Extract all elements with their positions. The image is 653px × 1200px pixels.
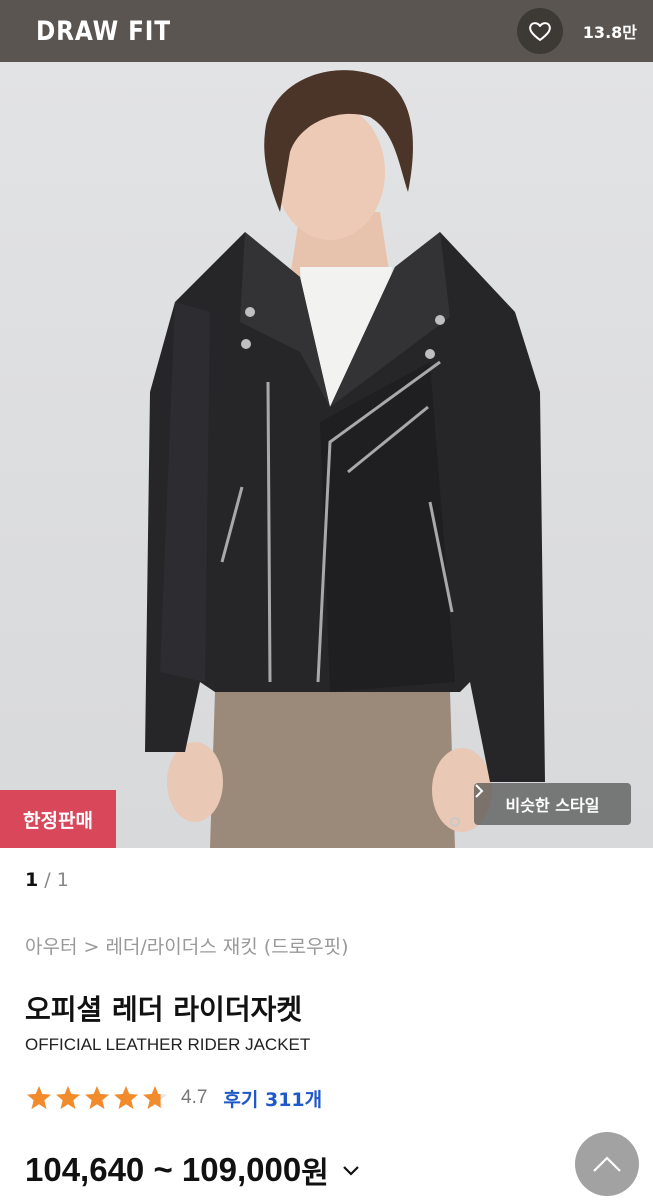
like-button[interactable] [516,8,563,54]
price-unit: 원 [301,1156,329,1191]
chevron-up-icon [593,1156,621,1172]
image-pager: 1 / 1 [25,869,69,891]
brand-logo[interactable]: DRAW FIT [36,16,171,47]
chevron-down-icon[interactable] [339,1158,363,1182]
pager-total: 1 [56,869,69,891]
star-icon [27,1086,51,1109]
rating-value: 4.7 [181,1087,208,1108]
star-icon [85,1086,109,1109]
review-link[interactable]: 후기 311개 [223,1085,322,1112]
pager-current: 1 [25,869,39,891]
header-actions: 13.8만 [516,8,637,54]
price-range: 104,640 ~ 109,000 [25,1151,302,1188]
chevron-right-icon [475,784,484,798]
product-subtitle: OFFICIAL LEATHER RIDER JACKET [25,1035,311,1054]
star-icon [143,1086,167,1109]
heart-outline-icon [528,22,551,41]
model-illustration [145,70,545,848]
limited-sale-badge: 한정판매 [0,790,116,848]
scroll-top-button[interactable] [575,1132,639,1196]
similar-style-button[interactable]: 비슷한 스타일 [474,783,631,825]
rating-row: 4.7 후기 311개 [25,1082,322,1114]
product-image[interactable]: 한정판매 비슷한 스타일 [0,62,653,848]
pager-separator: / [38,869,57,891]
star-icon [56,1086,80,1109]
star-icon [114,1086,138,1109]
price-row: 104,640 ~ 109,000 원 [25,1148,363,1192]
rating-stars [25,1084,169,1112]
top-header: DRAW FIT 13.8만 [0,0,653,62]
product-title: 오피셜 레더 라이더자켓 [25,993,303,1026]
category-breadcrumb[interactable]: 아우터 > 레더/라이더스 재킷 (드로우핏) [25,932,349,959]
similar-style-label: 비슷한 스타일 [505,796,600,815]
like-count: 13.8만 [582,23,637,42]
